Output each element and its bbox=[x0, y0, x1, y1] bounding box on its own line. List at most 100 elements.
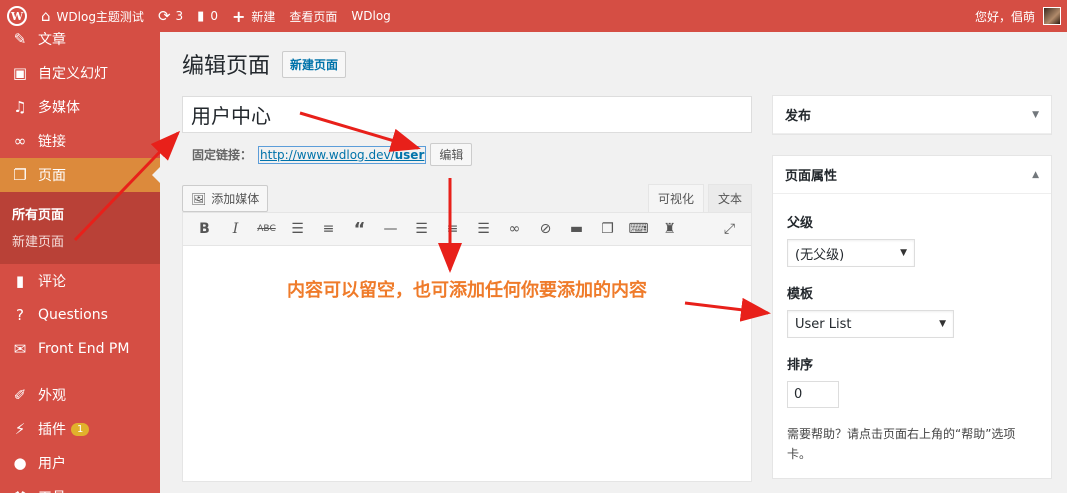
updates-count: 3 bbox=[175, 9, 184, 23]
wdlog-label: WDlog bbox=[351, 9, 391, 23]
avatar[interactable] bbox=[1043, 7, 1061, 25]
sidebar-item-posts[interactable]: ✎ 文章 bbox=[0, 32, 160, 56]
align-right-icon[interactable]: ☰ bbox=[468, 221, 499, 237]
permalink-url[interactable]: http://www.wdlog.dev/user bbox=[258, 145, 427, 164]
sidebar-item-plugins[interactable]: ⚡ 插件 1 bbox=[0, 412, 160, 446]
refresh-icon: ⟳ bbox=[157, 7, 171, 25]
new-content-link[interactable]: + 新建 bbox=[225, 0, 282, 32]
editor-content-area[interactable]: 内容可以留空，也可添加任何你要添加的内容 bbox=[182, 246, 752, 482]
align-left-icon[interactable]: ☰ bbox=[406, 221, 437, 237]
updates-link[interactable]: ⟳ 3 bbox=[151, 0, 190, 32]
main-content: 编辑页面 新建页面 用户中心 固定链接： http://www.wdlog.de… bbox=[182, 32, 752, 482]
sidebar-item-pages[interactable]: ❐ 页面 bbox=[0, 158, 160, 192]
pages-submenu: 所有页面 新建页面 bbox=[0, 192, 160, 264]
unlink-icon[interactable]: ⊘ bbox=[530, 221, 561, 237]
add-media-label: 添加媒体 bbox=[211, 192, 260, 206]
menu-separator bbox=[0, 366, 160, 378]
greeting[interactable]: 您好，倡萌 bbox=[975, 8, 1035, 25]
site-name: WDlog主题测试 bbox=[56, 9, 144, 24]
new-label: 新建 bbox=[251, 9, 276, 24]
italic-icon[interactable]: I bbox=[220, 221, 251, 237]
order-input[interactable]: 0 bbox=[787, 381, 839, 408]
sidebar-item-users[interactable]: ● 用户 bbox=[0, 446, 160, 480]
sidebar-item-media[interactable]: ♫ 多媒体 bbox=[0, 90, 160, 124]
sidebar-item-label: 评论 bbox=[38, 274, 66, 290]
publish-box-header[interactable]: 发布 ▼ bbox=[773, 96, 1051, 134]
bold-icon[interactable]: B bbox=[189, 221, 220, 237]
side-column: 发布 ▼ 页面属性 ▲ 父级 (无父级) ▼ 模板 User List ▼ 排序… bbox=[772, 95, 1052, 493]
incognito-icon[interactable]: ♜ bbox=[654, 221, 685, 237]
read-more-icon[interactable]: ▬ bbox=[561, 221, 592, 237]
caret-down-icon[interactable]: ▼ bbox=[1032, 110, 1039, 120]
comments-count: 0 bbox=[210, 9, 218, 23]
view-page-link[interactable]: 查看页面 bbox=[282, 0, 344, 32]
mail-icon: ✉ bbox=[13, 340, 27, 358]
tab-text[interactable]: 文本 bbox=[707, 184, 752, 212]
numbered-list-icon[interactable]: ≡ bbox=[313, 221, 344, 237]
copy-icon[interactable]: ❐ bbox=[592, 221, 623, 237]
annotation-text: 内容可以留空，也可添加任何你要添加的内容 bbox=[287, 280, 647, 301]
post-title-input[interactable]: 用户中心 bbox=[182, 96, 752, 133]
order-value: 0 bbox=[794, 387, 803, 402]
keyboard-icon[interactable]: ⌨ bbox=[623, 221, 654, 237]
permalink-base: http://www.wdlog.dev/ bbox=[260, 147, 395, 162]
permalink-label: 固定链接： bbox=[192, 148, 253, 162]
order-label: 排序 bbox=[787, 358, 814, 373]
page-attributes-header[interactable]: 页面属性 ▲ bbox=[773, 156, 1051, 194]
bullet-list-icon[interactable]: ☰ bbox=[282, 221, 313, 237]
sidebar-item-label: 用户 bbox=[38, 456, 66, 472]
insert-link-icon[interactable]: ∞ bbox=[499, 221, 530, 237]
publish-box-title: 发布 bbox=[785, 109, 812, 124]
comments-link[interactable]: ▮ 0 bbox=[190, 0, 225, 32]
sidebar-item-label: 插件 bbox=[38, 422, 66, 438]
horizontal-rule-icon[interactable]: — bbox=[375, 221, 406, 237]
page-attributes-box: 页面属性 ▲ 父级 (无父级) ▼ 模板 User List ▼ 排序 0 需要… bbox=[772, 155, 1052, 479]
plugins-update-badge: 1 bbox=[71, 422, 90, 436]
permalink-slug: user bbox=[394, 147, 425, 162]
sidebar-item-appearance[interactable]: ✐ 外观 bbox=[0, 378, 160, 412]
post-title-value: 用户中心 bbox=[191, 104, 271, 128]
permalink-edit-button[interactable]: 编辑 bbox=[430, 143, 473, 166]
sidebar-item-tools[interactable]: ⚒ 工具 bbox=[0, 480, 160, 493]
editor-toolbar: B I ABC ☰ ≡ “ — ☰ ≡ ☰ ∞ ⊘ ▬ ❐ ⌨ ♜ ⤢ bbox=[182, 212, 752, 246]
sidebar-item-label: 页面 bbox=[38, 168, 66, 184]
sidebar-item-slides[interactable]: ▣ 自定义幻灯 bbox=[0, 56, 160, 90]
wp-logo-button[interactable]: W bbox=[0, 0, 34, 32]
sidebar-item-label: 链接 bbox=[38, 134, 66, 150]
tool-icon: ⚒ bbox=[10, 488, 30, 493]
tab-visual[interactable]: 可视化 bbox=[647, 184, 704, 212]
page-title: 编辑页面 bbox=[182, 54, 271, 79]
submenu-all-pages[interactable]: 所有页面 bbox=[0, 200, 160, 227]
template-select-value: User List bbox=[795, 316, 852, 332]
sidebar-item-front-end-pm[interactable]: ✉ Front End PM bbox=[0, 332, 160, 366]
template-select[interactable]: User List ▼ bbox=[787, 310, 954, 338]
add-media-button[interactable]: 🖼 添加媒体 bbox=[182, 185, 269, 212]
page-attributes-title: 页面属性 bbox=[785, 169, 838, 184]
site-name-link[interactable]: ⌂ WDlog主题测试 bbox=[34, 0, 151, 32]
blockquote-icon[interactable]: “ bbox=[344, 219, 375, 240]
strikethrough-icon[interactable]: ABC bbox=[251, 224, 282, 234]
submenu-new-page[interactable]: 新建页面 bbox=[0, 227, 160, 254]
wdlog-link[interactable]: WDlog bbox=[344, 0, 397, 32]
caret-up-icon[interactable]: ▲ bbox=[1032, 170, 1039, 180]
help-text: 需要帮助？请点击页面右上角的“帮助”选项卡。 bbox=[787, 427, 1016, 461]
plus-icon: + bbox=[231, 6, 246, 26]
fullscreen-icon[interactable]: ⤢ bbox=[714, 221, 745, 237]
publish-box: 发布 ▼ bbox=[772, 95, 1052, 135]
pin-icon: ✎ bbox=[13, 32, 27, 48]
media-add-icon: 🖼 bbox=[191, 191, 207, 206]
sidebar-item-comments[interactable]: ▮ 评论 bbox=[0, 264, 160, 298]
home-icon: ⌂ bbox=[41, 7, 51, 25]
sidebar-item-label: 多媒体 bbox=[38, 100, 80, 116]
sidebar-item-questions[interactable]: ? Questions bbox=[0, 298, 160, 332]
sidebar-item-label: 外观 bbox=[38, 388, 66, 404]
sidebar-item-label: Questions bbox=[38, 307, 108, 323]
chevron-down-icon: ▼ bbox=[900, 248, 907, 258]
user-icon: ● bbox=[13, 454, 27, 472]
align-center-icon[interactable]: ≡ bbox=[437, 221, 468, 237]
sidebar-item-links[interactable]: ∞ 链接 bbox=[0, 124, 160, 158]
admin-sidebar: ✎ 文章 ▣ 自定义幻灯 ♫ 多媒体 ∞ 链接 ❐ 页面 所有页面 新建页面 ▮… bbox=[0, 32, 160, 493]
parent-select[interactable]: (无父级) ▼ bbox=[787, 239, 915, 267]
add-new-page-button[interactable]: 新建页面 bbox=[282, 50, 347, 78]
slides-icon: ▣ bbox=[12, 64, 28, 82]
